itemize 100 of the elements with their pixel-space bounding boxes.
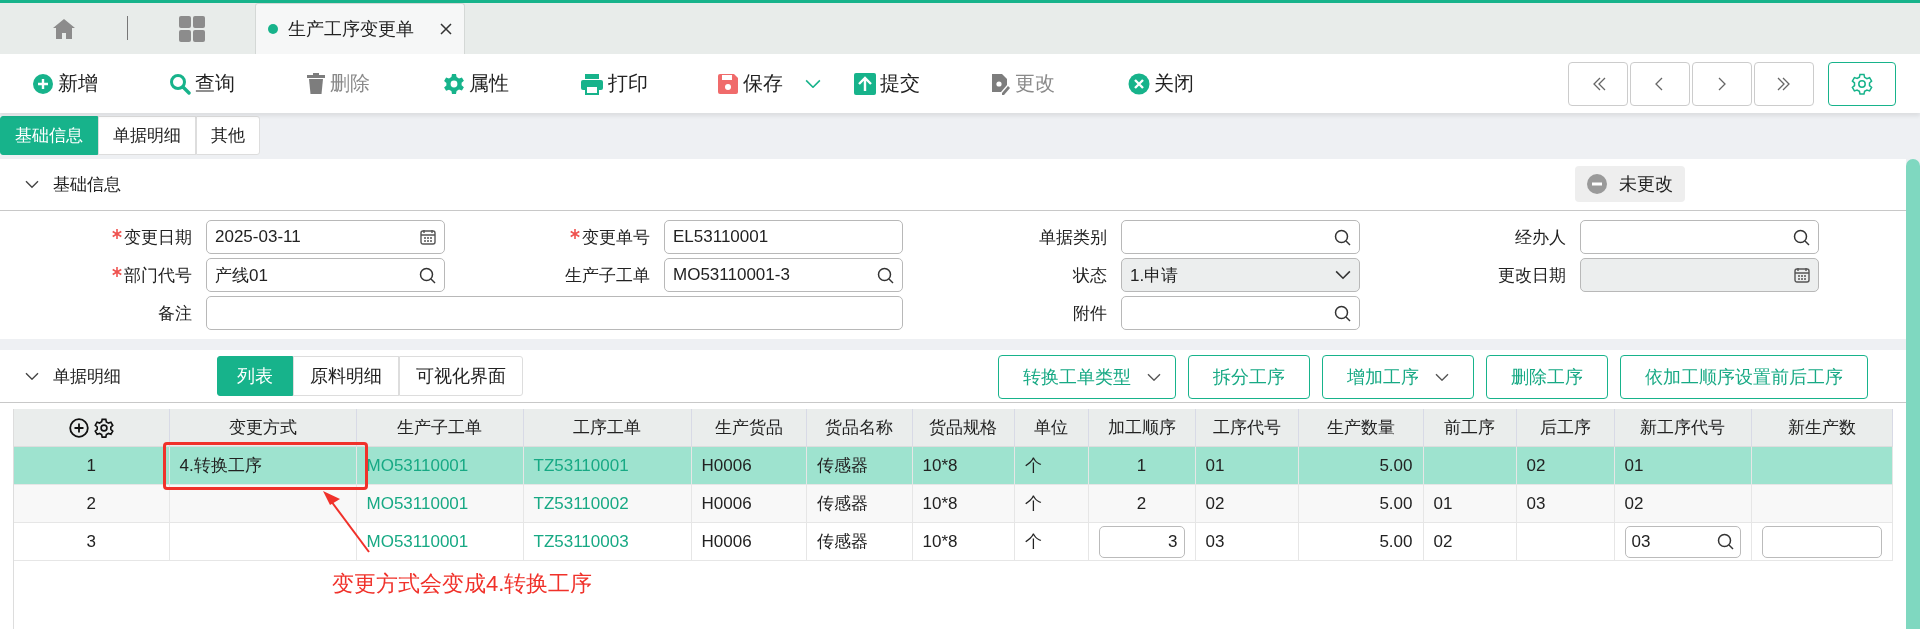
table-cell: 传感器 xyxy=(806,522,912,561)
input-field[interactable] xyxy=(1761,525,1882,558)
input-field[interactable]: 产线01 xyxy=(206,258,445,292)
table-cell: 2 xyxy=(1088,484,1195,523)
column-header: 变更方式 xyxy=(169,409,356,447)
column-header: 生产子工单 xyxy=(356,409,523,447)
column-header: 生产数量 xyxy=(1298,409,1423,447)
search-icon xyxy=(1334,304,1351,322)
settings-icon xyxy=(93,417,114,438)
toolbar-button[interactable]: 新增 xyxy=(30,66,100,101)
chevron-down-icon xyxy=(805,78,821,89)
search-icon xyxy=(169,72,191,95)
toolbar-button[interactable]: 保存 xyxy=(715,66,823,101)
table-cell: 5.00 xyxy=(1298,484,1423,523)
input-field[interactable] xyxy=(1121,296,1360,330)
search-icon xyxy=(419,266,436,284)
toolbar-button[interactable]: 属性 xyxy=(441,66,511,101)
table-row[interactable]: 3 MO53110001 TZ53110003 H0006 传感器 10*8 个 3 03 5.00 02 03 xyxy=(14,522,1892,561)
table-cell: 10*8 xyxy=(912,484,1014,523)
toolbar-button[interactable]: 关闭 xyxy=(1126,66,1196,101)
printer-icon xyxy=(580,72,604,95)
field-label: 变更日期 xyxy=(124,226,192,249)
view-tab[interactable]: 可视化界面 xyxy=(399,356,523,396)
table-cell: 1 xyxy=(14,446,169,485)
grid-icon xyxy=(179,15,205,42)
table-cell: H0006 xyxy=(691,446,806,485)
table-cell: 02 xyxy=(1195,484,1298,523)
last-page-button[interactable] xyxy=(1754,61,1814,106)
table-cell: 5.00 xyxy=(1298,522,1423,561)
column-header: 货品名称 xyxy=(806,409,912,447)
minus-circle-icon xyxy=(1587,174,1607,194)
dot-icon xyxy=(268,24,278,34)
upload-arrow-icon xyxy=(854,72,876,95)
column-header: 工序工单 xyxy=(523,409,691,447)
table-cell: 02 xyxy=(1516,446,1614,485)
lookup-field[interactable]: 03 xyxy=(1624,525,1741,558)
document-tab[interactable]: 生产工序变更单 xyxy=(255,3,465,54)
settings-button[interactable] xyxy=(1828,61,1896,106)
search-icon xyxy=(1334,228,1351,246)
field-label: 备注 xyxy=(158,302,192,325)
previous-button[interactable] xyxy=(1630,61,1690,106)
dropdown-field[interactable]: 1.申请 xyxy=(1121,258,1360,292)
column-header: 新生产数 xyxy=(1751,409,1892,447)
first-page-button[interactable] xyxy=(1568,61,1628,106)
view-tab[interactable]: 原料明细 xyxy=(293,356,399,396)
calendar-icon xyxy=(420,229,436,245)
table-cell: 01 xyxy=(1195,446,1298,485)
trash-icon xyxy=(306,72,326,95)
close-icon xyxy=(1128,72,1150,95)
table-cell: 1 xyxy=(1088,446,1195,485)
column-header: 单位 xyxy=(1014,409,1088,447)
toolbar-button[interactable]: 打印 xyxy=(578,66,650,101)
settings-icon xyxy=(443,72,465,95)
input-field[interactable] xyxy=(1121,220,1360,254)
page-tab[interactable]: 其他 xyxy=(196,116,260,155)
section-title: 基础信息 xyxy=(53,174,121,196)
close-icon xyxy=(440,23,452,35)
date-field[interactable]: 2025-03-11 xyxy=(206,220,445,254)
field-label: 经办人 xyxy=(1515,226,1566,249)
table-cell: 4.转换工序 xyxy=(169,446,356,485)
table-cell: 传感器 xyxy=(806,484,912,523)
field-label: 附件 xyxy=(1073,302,1107,325)
column-header: 工序代号 xyxy=(1195,409,1298,447)
chevron-down-icon xyxy=(1147,372,1161,382)
input-field[interactable] xyxy=(206,296,903,330)
chevron-down-icon xyxy=(1435,372,1449,382)
input-field[interactable] xyxy=(1580,220,1819,254)
table-cell: 个 xyxy=(1014,446,1088,485)
search-icon xyxy=(1793,228,1810,246)
toolbar-button[interactable]: 提交 xyxy=(852,66,922,101)
column-header: 货品规格 xyxy=(912,409,1014,447)
page-tab[interactable]: 单据明细 xyxy=(98,116,196,155)
settings-icon xyxy=(1851,72,1873,95)
input-field[interactable]: EL53110001 xyxy=(664,220,903,254)
column-header: 前工序 xyxy=(1423,409,1516,447)
table-cell: 个 xyxy=(1014,484,1088,523)
field-label: 生产子工单 xyxy=(565,264,650,287)
plus-circle-icon xyxy=(32,72,54,95)
table-cell: 02 xyxy=(1614,484,1751,523)
field-label: 变更单号 xyxy=(582,226,650,249)
status-badge: 未更改 xyxy=(1575,166,1685,202)
table-cell: 3 xyxy=(14,522,169,561)
column-header: 新工序代号 xyxy=(1614,409,1751,447)
table-cell: H0006 xyxy=(691,522,806,561)
toolbar-button[interactable]: 查询 xyxy=(167,66,237,101)
input-field[interactable]: 3 xyxy=(1098,525,1185,558)
table-cell: 2 xyxy=(14,484,169,523)
section-title: 单据明细 xyxy=(53,365,121,388)
table-cell: H0006 xyxy=(691,484,806,523)
table-cell: 02 xyxy=(1423,522,1516,561)
table-cell: 传感器 xyxy=(806,446,912,485)
calendar-icon xyxy=(1794,267,1810,283)
table-cell: 10*8 xyxy=(912,446,1014,485)
home-icon xyxy=(52,17,76,40)
next-button[interactable] xyxy=(1692,61,1752,106)
scrollbar[interactable] xyxy=(1906,159,1920,629)
input-field[interactable]: MO53110001-3 xyxy=(664,258,903,292)
column-header: 后工序 xyxy=(1516,409,1614,447)
table-cell: 03 xyxy=(1516,484,1614,523)
chevron-down-icon xyxy=(1335,270,1351,280)
